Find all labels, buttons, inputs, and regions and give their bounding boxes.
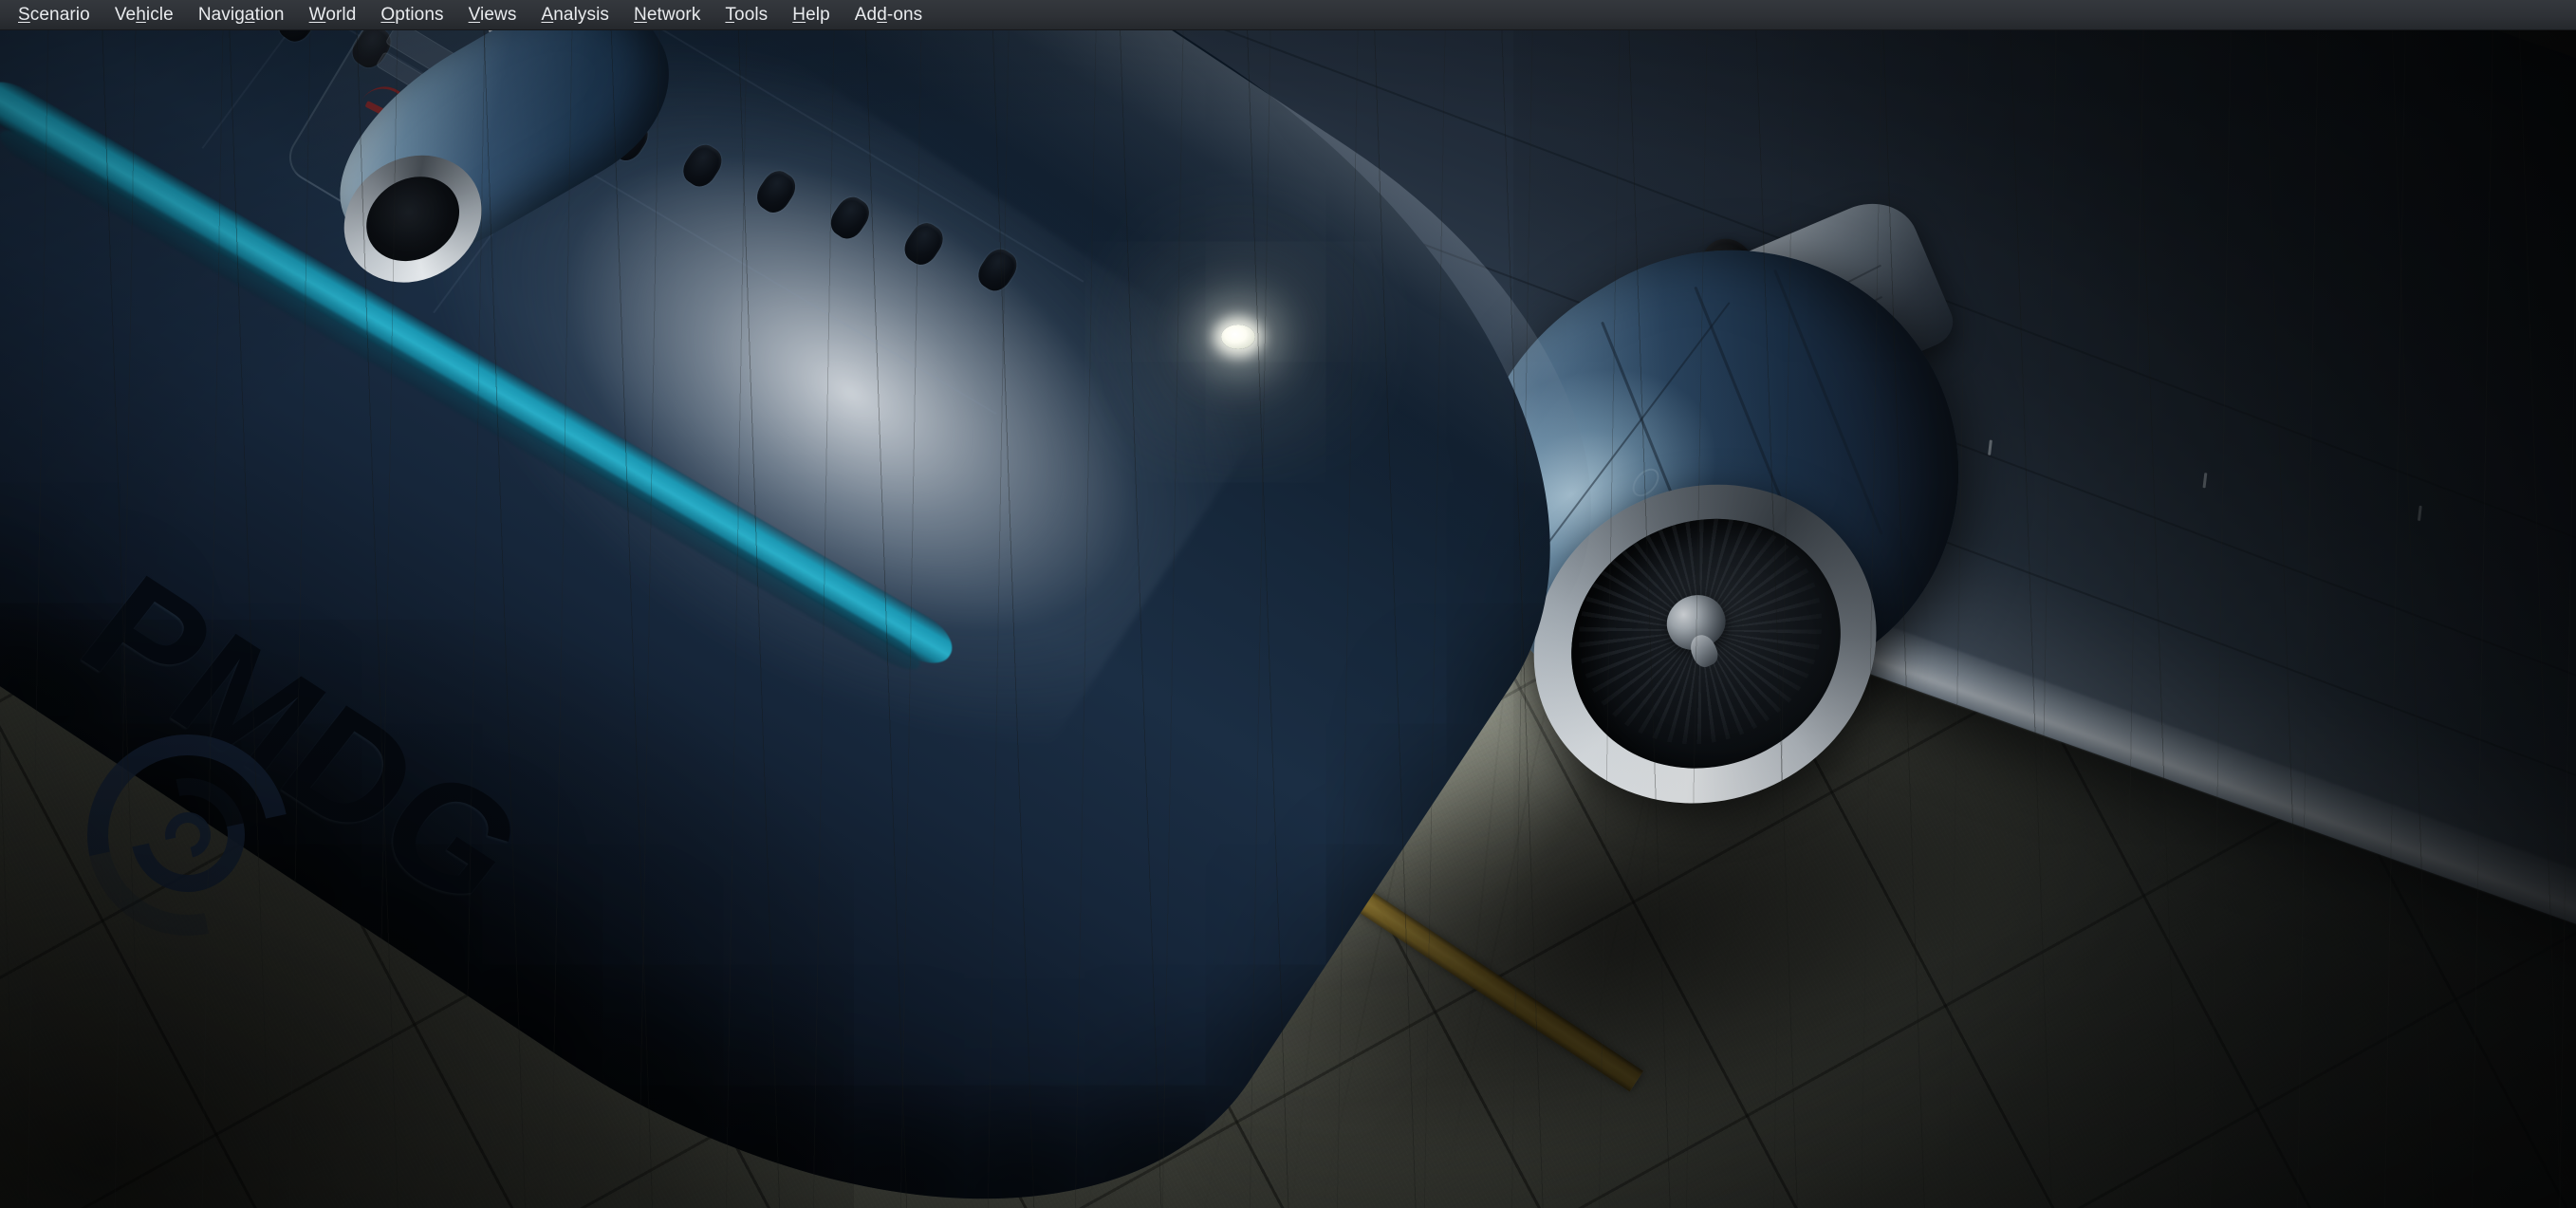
menu-world[interactable]: World <box>297 0 369 30</box>
simulator-window: Scenario Vehicle Navigation World Options Vie… <box>0 0 2576 1208</box>
simulation-viewport[interactable]: EXIT PMDG OPEN EXIT CUT HERE IN EMERGENC… <box>0 30 2576 1208</box>
menu-views[interactable]: Views <box>456 0 529 30</box>
static-discharge-wick <box>2418 505 2422 521</box>
menu-tools[interactable]: Tools <box>713 0 780 30</box>
cowl-seam <box>1772 269 1883 536</box>
menu-help[interactable]: Help <box>780 0 842 30</box>
static-discharge-wick <box>2202 472 2208 489</box>
wing-landing-light <box>1221 325 1255 349</box>
menu-scenario[interactable]: Scenario <box>6 0 102 30</box>
menu-addons[interactable]: Add-ons <box>843 0 936 30</box>
main-menu-bar: Scenario Vehicle Navigation World Options Vie… <box>0 0 2576 30</box>
menu-options[interactable]: Options <box>368 0 455 30</box>
menu-navigation[interactable]: Navigation <box>186 0 297 30</box>
menu-analysis[interactable]: Analysis <box>528 0 621 30</box>
menu-network[interactable]: Network <box>621 0 713 30</box>
menu-vehicle[interactable]: Vehicle <box>102 0 186 30</box>
